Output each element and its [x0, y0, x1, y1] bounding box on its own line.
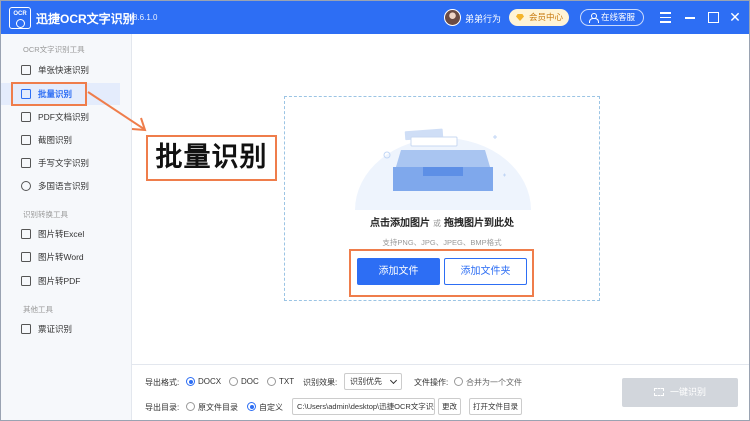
minimize-icon[interactable]	[682, 9, 698, 25]
dir-original-radio[interactable]	[186, 402, 195, 411]
sidebar-item-handwriting-recognition[interactable]: 手写文字识别	[1, 152, 120, 174]
image-icon	[21, 65, 31, 75]
dir-custom-label[interactable]: 自定义	[259, 402, 283, 413]
drop-title-or: 或	[433, 219, 441, 228]
one-click-recognize-button[interactable]: 一键识别	[622, 378, 738, 407]
sidebar-item-ticket-recognition[interactable]: 票证识别	[1, 318, 120, 340]
vip-label: 会员中心	[529, 12, 564, 22]
open-directory-button[interactable]: 打开文件目录	[469, 398, 522, 415]
section-label-ocr: OCR文字识别工具	[23, 45, 85, 54]
format-doc-label[interactable]: DOC	[241, 377, 259, 386]
add-file-button[interactable]: 添加文件	[357, 258, 440, 285]
recognition-effect-value: 识别优先	[350, 377, 382, 386]
format-txt-radio[interactable]	[267, 377, 276, 386]
sidebar-item-label: 单张快速识别	[38, 65, 90, 75]
crop-icon	[21, 135, 31, 145]
pdf-icon	[21, 112, 31, 122]
format-txt-label[interactable]: TXT	[279, 377, 294, 386]
app-window: OCR 迅捷OCR文字识别 v8.6.1.0 弟弟行为 会员中心 在线客服 ✕ …	[0, 0, 750, 421]
menu-icon[interactable]	[657, 9, 673, 25]
highlight-box-sidebar	[11, 82, 87, 106]
username[interactable]: 弟弟行为	[465, 12, 501, 25]
dir-original-label[interactable]: 原文件目录	[198, 402, 238, 413]
logo-text: OCR	[13, 11, 27, 17]
sidebar-item-single-recognition[interactable]: 单张快速识别	[1, 59, 120, 81]
app-title: 迅捷OCR文字识别	[36, 12, 135, 26]
user-avatar[interactable]	[444, 9, 461, 26]
recognition-effect-select[interactable]: 识别优先	[344, 373, 402, 390]
recognition-effect-label: 识别效果:	[303, 378, 338, 387]
annotation-arrow-icon	[87, 91, 147, 132]
person-icon	[589, 13, 599, 23]
online-service-button[interactable]: 在线客服	[580, 9, 644, 26]
export-format-label: 导出格式:	[145, 378, 180, 387]
pen-icon	[21, 158, 31, 168]
sidebar-item-label: 多国语言识别	[38, 181, 90, 191]
inbox-tray-icon	[355, 128, 531, 210]
sidebar-item-image-to-pdf[interactable]: 图片转PDF	[1, 270, 120, 292]
sidebar-item-label: 图片转Word	[38, 252, 84, 262]
annotation-callout: 批量识别	[146, 135, 277, 181]
sidebar-item-label: 图片转Excel	[38, 229, 85, 239]
dir-custom-radio[interactable]	[247, 402, 256, 411]
sidebar-item-label: 图片转PDF	[38, 276, 81, 286]
sidebar-item-image-to-word[interactable]: 图片转Word	[1, 246, 120, 268]
change-directory-button[interactable]: 更改	[438, 398, 461, 415]
ticket-icon	[21, 324, 31, 334]
section-label-convert: 识别转换工具	[23, 210, 68, 219]
export-path-input[interactable]: C:\Users\admin\desktop\迅捷OCR文字识别	[292, 398, 435, 415]
chevron-down-icon	[389, 376, 398, 385]
diamond-icon	[516, 14, 524, 21]
ocr-button-label: 一键识别	[669, 387, 706, 397]
supported-formats-hint: 支持PNG、JPG、JPEG、BMP格式	[382, 238, 502, 247]
drop-zone-title: 点击添加图片或拖拽图片到此处	[285, 214, 599, 229]
format-docx-label[interactable]: DOCX	[198, 377, 221, 386]
excel-icon	[21, 229, 31, 239]
sidebar-item-multilanguage-recognition[interactable]: 多国语言识别	[1, 175, 120, 197]
service-label: 在线客服	[601, 12, 636, 22]
drop-title-right: 拖拽图片到此处	[444, 218, 514, 229]
globe-icon	[21, 181, 31, 191]
pdf-icon	[21, 276, 31, 286]
merge-file-label[interactable]: 合并为一个文件	[466, 377, 522, 388]
sidebar-item-label: 截图识别	[38, 135, 73, 145]
drop-title-left: 点击添加图片	[370, 218, 430, 229]
scan-icon	[653, 388, 664, 396]
sidebar-item-label: 手写文字识别	[38, 158, 90, 168]
file-operation-label: 文件操作:	[414, 378, 449, 387]
app-version: v8.6.1.0	[129, 13, 158, 22]
sidebar-item-image-to-excel[interactable]: 图片转Excel	[1, 223, 120, 245]
export-directory-label: 导出目录:	[145, 403, 180, 412]
vip-center-button[interactable]: 会员中心	[509, 9, 569, 26]
title-bar: OCR 迅捷OCR文字识别 v8.6.1.0 弟弟行为 会员中心 在线客服 ✕	[1, 1, 749, 34]
section-label-other: 其他工具	[23, 305, 53, 314]
add-folder-button[interactable]: 添加文件夹	[444, 258, 527, 285]
format-doc-radio[interactable]	[229, 377, 238, 386]
sidebar-item-label: PDF文档识别	[38, 112, 90, 122]
sidebar-item-label: 票证识别	[38, 324, 73, 334]
app-logo-icon: OCR	[9, 7, 31, 29]
settings-bar: 导出格式: DOCX DOC TXT 识别效果: 识别优先 文件操作: 合并为一…	[132, 364, 749, 420]
word-icon	[21, 252, 31, 262]
merge-file-radio[interactable]	[454, 377, 463, 386]
format-docx-radio[interactable]	[186, 377, 195, 386]
close-icon[interactable]: ✕	[727, 9, 743, 25]
maximize-icon[interactable]	[705, 9, 721, 25]
